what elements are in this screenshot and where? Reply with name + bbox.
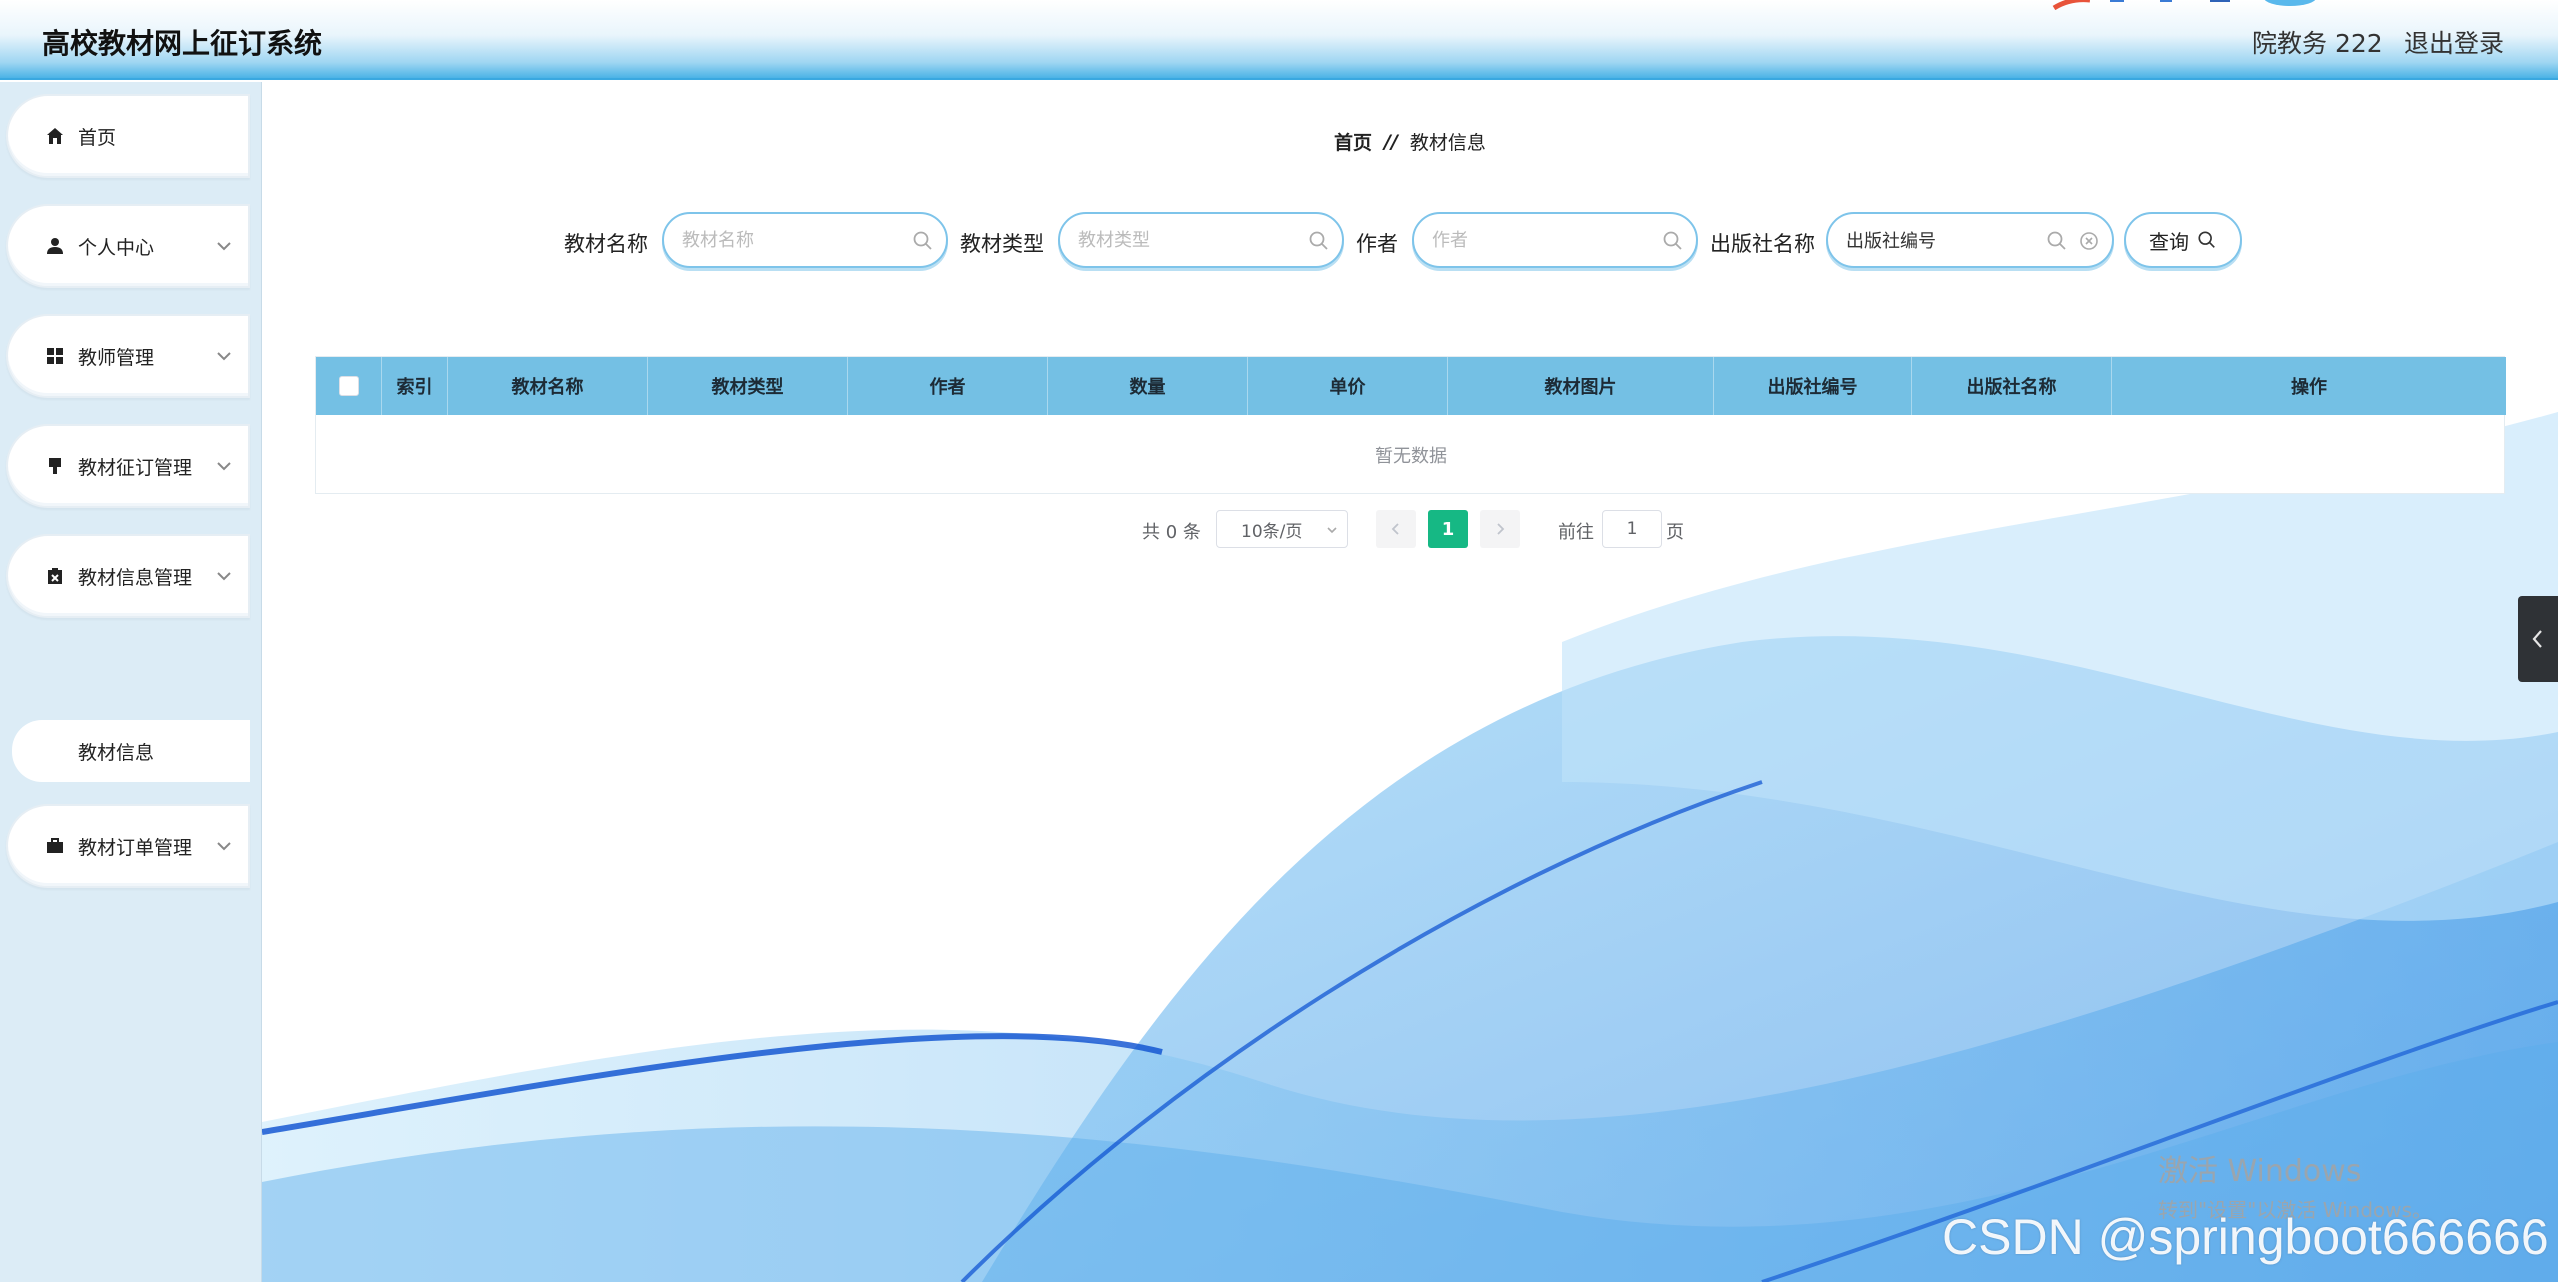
sidebar-item-label: 教材信息管理	[78, 566, 193, 589]
logout-button[interactable]: 退出登录	[2404, 24, 2504, 60]
textbook-type-field[interactable]	[1058, 212, 1344, 268]
breadcrumb-separator: //	[1384, 130, 1398, 153]
select-all-checkbox[interactable]	[338, 376, 359, 396]
search-label-textbook-name: 教材名称	[564, 232, 648, 256]
chevron-down-icon	[217, 242, 231, 251]
sidebar-item-label: 个人中心	[78, 236, 155, 259]
sidebar-item-subscription-management[interactable]: 教材征订管理	[6, 424, 250, 508]
top-header: 高校教材网上征订系统 院教务 222 退出登录	[0, 0, 2558, 80]
select-all-cell	[316, 357, 382, 415]
column-header-author[interactable]: 作者	[848, 357, 1048, 415]
search-label-publisher-name: 出版社名称	[1710, 232, 1815, 256]
sidebar-item-label: 首页	[78, 126, 117, 149]
breadcrumb: 首页 // 教材信息	[1334, 128, 1486, 155]
breadcrumb-home[interactable]: 首页	[1334, 128, 1372, 155]
grid-icon	[44, 345, 66, 367]
page-size-select[interactable]: 10条/页	[1216, 510, 1348, 548]
goto-page-input[interactable]	[1602, 510, 1662, 548]
textbook-name-input[interactable]	[682, 229, 882, 251]
empty-state: 暂无数据	[1375, 446, 1447, 467]
chevron-left-icon	[1391, 523, 1399, 535]
column-header-price[interactable]: 单价	[1248, 357, 1448, 415]
briefcase-icon	[44, 835, 66, 857]
sidebar-item-home[interactable]: 首页	[6, 94, 250, 178]
clipboard-icon	[44, 565, 66, 587]
search-icon	[1663, 231, 1682, 250]
activation-title: 激活 Windows	[2158, 1154, 2362, 1189]
sidebar-item-teacher-management[interactable]: 教师管理	[6, 314, 250, 398]
chevron-left-icon	[2532, 630, 2542, 648]
app-title: 高校教材网上征订系统	[42, 27, 323, 60]
column-header-actions: 操作	[2291, 377, 2327, 398]
user-icon	[44, 235, 66, 257]
csdn-watermark: CSDN @springboot666666	[1942, 1209, 2549, 1265]
search-icon	[913, 231, 932, 250]
search-icon	[2198, 231, 2215, 248]
current-user: 院教务 222	[2252, 29, 2383, 58]
logo-fragment	[2052, 0, 2316, 10]
main-content: 首页 // 教材信息 教材名称 教材类型 作者 出版社名称 查询 索引 教材名称	[262, 82, 2558, 1282]
chevron-down-icon	[217, 462, 231, 471]
home-icon	[44, 125, 66, 147]
publisher-input[interactable]	[1846, 229, 2046, 251]
sidebar-item-order-management[interactable]: 教材订单管理	[6, 804, 250, 888]
author-input[interactable]	[1432, 229, 1632, 251]
textbook-name-field[interactable]	[662, 212, 948, 268]
clear-icon[interactable]	[2078, 230, 2100, 252]
prev-page-button[interactable]	[1376, 510, 1416, 548]
chevron-right-icon	[1497, 523, 1505, 535]
column-header-quantity[interactable]: 数量	[1048, 357, 1248, 415]
chevron-down-icon	[217, 572, 231, 581]
sidebar-subitem-textbook-info[interactable]: 教材信息	[12, 720, 250, 782]
sidebar-item-label: 教师管理	[78, 346, 155, 369]
column-header-image[interactable]: 教材图片	[1448, 357, 1714, 415]
pagination-total: 共 0 条	[1142, 522, 1201, 543]
sidebar-subitem-label: 教材信息	[78, 741, 155, 764]
search-label-textbook-type: 教材类型	[960, 232, 1044, 256]
publisher-field[interactable]	[1826, 212, 2114, 268]
column-header-publisher-name[interactable]: 出版社名称	[1912, 357, 2112, 415]
query-button[interactable]: 查询	[2124, 212, 2242, 268]
textbook-table: 索引 教材名称 教材类型 作者 数量 单价 教材图片 出版社编号 出版社名称 操…	[315, 356, 2506, 494]
page-suffix: 页	[1666, 522, 1684, 543]
sidebar-item-label: 教材征订管理	[78, 456, 193, 479]
column-header-publisher-id[interactable]: 出版社编号	[1714, 357, 1912, 415]
goto-label: 前往	[1558, 522, 1594, 543]
breadcrumb-current: 教材信息	[1409, 132, 1486, 154]
chevron-down-icon	[217, 842, 231, 851]
search-icon	[2047, 231, 2066, 250]
table-header: 索引 教材名称 教材类型 作者 数量 单价 教材图片 出版社编号 出版社名称 操…	[316, 357, 2506, 415]
column-header-index[interactable]: 索引	[382, 357, 448, 415]
author-field[interactable]	[1412, 212, 1698, 268]
column-header-name[interactable]: 教材名称	[448, 357, 648, 415]
pin-icon	[44, 455, 66, 477]
collapse-panel-tab[interactable]	[2518, 596, 2558, 682]
page-number-current[interactable]: 1	[1428, 510, 1468, 548]
chevron-down-icon	[1327, 527, 1337, 534]
page-size-value: 10条/页	[1241, 521, 1303, 542]
sidebar-item-personal-center[interactable]: 个人中心	[6, 204, 250, 288]
sidebar-item-label: 教材订单管理	[78, 836, 193, 859]
next-page-button[interactable]	[1480, 510, 1520, 548]
textbook-type-input[interactable]	[1078, 229, 1278, 251]
search-label-author: 作者	[1356, 232, 1398, 256]
query-button-label: 查询	[2149, 229, 2189, 254]
column-header-type[interactable]: 教材类型	[648, 357, 848, 415]
chevron-down-icon	[217, 352, 231, 361]
sidebar-item-textbook-info-management[interactable]: 教材信息管理	[6, 534, 250, 618]
search-icon	[1309, 231, 1328, 250]
sidebar: 首页 个人中心 教师管理 教材征订管理 教材信息管理 教材信息 教材订单管理	[0, 82, 262, 1282]
